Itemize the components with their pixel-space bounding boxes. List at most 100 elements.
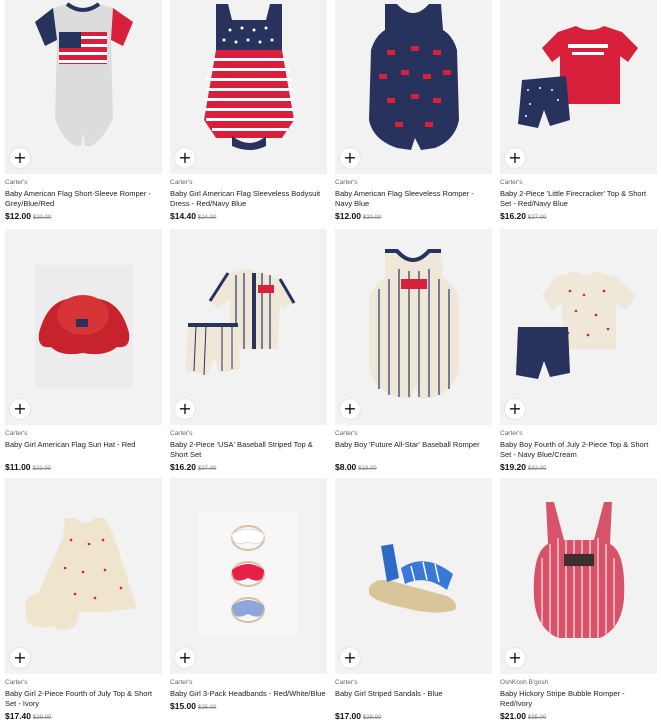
- product-brand: Carter's: [335, 679, 358, 686]
- plus-icon: +: [178, 148, 192, 167]
- add-to-bag-button[interactable]: +: [175, 399, 195, 419]
- product-price: $12.00: [335, 211, 361, 221]
- product-brand: Carter's: [335, 430, 358, 437]
- product-image[interactable]: +: [5, 0, 162, 174]
- product-card[interactable]: + Carter's Baby American Flag Short-Slee…: [5, 0, 162, 229]
- product-price: $17.40: [5, 711, 31, 721]
- product-original-price: $25.00: [198, 705, 217, 711]
- product-title[interactable]: Baby Girl American Flag Sleeveless Bodys…: [170, 189, 327, 209]
- dress-stars-stripes-icon: [204, 4, 294, 150]
- add-to-bag-button[interactable]: +: [340, 148, 360, 168]
- product-card[interactable]: + OshKosh B'gosh Baby Hickory Stripe Bub…: [500, 478, 657, 721]
- product-price: $8.00: [335, 462, 357, 472]
- product-brand: Carter's: [170, 179, 193, 186]
- add-to-bag-button[interactable]: +: [340, 399, 360, 419]
- product-original-price: $27.00: [198, 466, 217, 472]
- product-brand: Carter's: [5, 179, 28, 186]
- product-image[interactable]: +: [500, 229, 657, 425]
- product-title[interactable]: Baby Hickory Stripe Bubble Romper - Red/…: [500, 689, 657, 709]
- product-title[interactable]: Baby Boy 'Future All-Star' Baseball Romp…: [335, 440, 492, 450]
- product-image[interactable]: +: [500, 0, 657, 174]
- plus-icon: +: [13, 399, 27, 418]
- product-brand: Carter's: [335, 179, 358, 186]
- product-price: $16.20: [170, 462, 196, 472]
- plus-icon: +: [343, 648, 357, 667]
- add-to-bag-button[interactable]: +: [10, 648, 30, 668]
- product-grid: + Carter's Baby American Flag Short-Slee…: [5, 0, 657, 721]
- product-image[interactable]: +: [170, 478, 327, 674]
- product-original-price: $22.00: [32, 466, 51, 472]
- product-image[interactable]: +: [500, 478, 657, 674]
- add-to-bag-button[interactable]: +: [175, 648, 195, 668]
- product-image[interactable]: +: [170, 229, 327, 425]
- plus-icon: +: [13, 148, 27, 167]
- product-title[interactable]: Baby American Flag Short-Sleeve Romper -…: [5, 189, 162, 209]
- sandals-icon: [369, 544, 456, 613]
- bubble-romper-icon: [533, 502, 625, 638]
- striped-romper-icon: [369, 249, 459, 399]
- product-title[interactable]: Baby Girl American Flag Sun Hat - Red: [5, 440, 162, 450]
- product-price: $11.00: [5, 462, 31, 472]
- tee-short-set-icon: [518, 26, 638, 128]
- product-image[interactable]: +: [5, 229, 162, 425]
- product-original-price: $28.00: [363, 715, 382, 721]
- shirt-short-set-icon: [516, 271, 636, 379]
- product-brand: Carter's: [5, 430, 28, 437]
- plus-icon: +: [343, 399, 357, 418]
- product-card[interactable]: + Carter's Baby 2-Piece 'USA' Baseball S…: [170, 229, 327, 478]
- add-to-bag-button[interactable]: +: [505, 148, 525, 168]
- product-card[interactable]: + Carter's Baby Girl American Flag Sun H…: [5, 229, 162, 478]
- product-card[interactable]: + Carter's Baby Girl 2-Piece Fourth of J…: [5, 478, 162, 721]
- product-original-price: $32.00: [528, 466, 547, 472]
- product-image[interactable]: +: [335, 0, 492, 174]
- product-image[interactable]: +: [335, 229, 492, 425]
- plus-icon: +: [508, 148, 522, 167]
- add-to-bag-button[interactable]: +: [505, 399, 525, 419]
- product-title[interactable]: Baby American Flag Sleeveless Romper - N…: [335, 189, 492, 209]
- add-to-bag-button[interactable]: +: [340, 648, 360, 668]
- product-card[interactable]: + Carter's Baby Girl American Flag Sleev…: [170, 0, 327, 229]
- plus-icon: +: [343, 148, 357, 167]
- product-title[interactable]: Baby Girl Striped Sandals - Blue: [335, 689, 492, 699]
- product-price: $21.00: [500, 711, 526, 721]
- product-price: $15.00: [170, 701, 196, 711]
- product-image[interactable]: +: [170, 0, 327, 174]
- add-to-bag-button[interactable]: +: [10, 399, 30, 419]
- product-title[interactable]: Baby 2-Piece 'Little Firecracker' Top & …: [500, 189, 657, 209]
- product-card[interactable]: + Carter's Baby Boy Fourth of July 2-Pie…: [500, 229, 657, 478]
- product-brand: Carter's: [170, 679, 193, 686]
- baseball-set-icon: [186, 269, 296, 376]
- product-original-price: $35.00: [528, 715, 547, 721]
- product-price: $12.00: [5, 211, 31, 221]
- product-brand: Carter's: [170, 430, 193, 437]
- product-card[interactable]: + Carter's Baby Girl 3-Pack Headbands - …: [170, 478, 327, 721]
- add-to-bag-button[interactable]: +: [175, 148, 195, 168]
- product-price: $19.20: [500, 462, 526, 472]
- product-image[interactable]: +: [335, 478, 492, 674]
- plus-icon: +: [508, 399, 522, 418]
- product-brand: OshKosh B'gosh: [500, 679, 549, 686]
- add-to-bag-button[interactable]: +: [505, 648, 525, 668]
- product-title[interactable]: Baby Boy Fourth of July 2-Piece Top & Sh…: [500, 440, 657, 460]
- product-card[interactable]: + Carter's Baby American Flag Sleeveless…: [335, 0, 492, 229]
- product-original-price: $20.00: [363, 215, 382, 221]
- plus-icon: +: [178, 399, 192, 418]
- product-price: $16.20: [500, 211, 526, 221]
- product-original-price: $20.00: [33, 215, 52, 221]
- romper-navy-icon: [369, 4, 459, 150]
- plus-icon: +: [508, 648, 522, 667]
- product-card[interactable]: + Carter's Baby 2-Piece 'Little Firecrac…: [500, 0, 657, 229]
- product-brand: Carter's: [5, 679, 28, 686]
- add-to-bag-button[interactable]: +: [10, 148, 30, 168]
- product-card[interactable]: + Carter's Baby Boy 'Future All-Star' Ba…: [335, 229, 492, 478]
- product-title[interactable]: Baby Girl 2-Piece Fourth of July Top & S…: [5, 689, 162, 709]
- product-title[interactable]: Baby Girl 3-Pack Headbands - Red/White/B…: [170, 689, 327, 699]
- product-original-price: $27.00: [528, 215, 547, 221]
- product-brand: Carter's: [500, 179, 523, 186]
- product-original-price: $18.00: [358, 466, 377, 472]
- product-card[interactable]: + Carter's Baby Girl Striped Sandals - B…: [335, 478, 492, 721]
- product-brand: Carter's: [500, 430, 523, 437]
- product-original-price: $29.00: [33, 715, 52, 721]
- product-image[interactable]: +: [5, 478, 162, 674]
- product-title[interactable]: Baby 2-Piece 'USA' Baseball Striped Top …: [170, 440, 327, 460]
